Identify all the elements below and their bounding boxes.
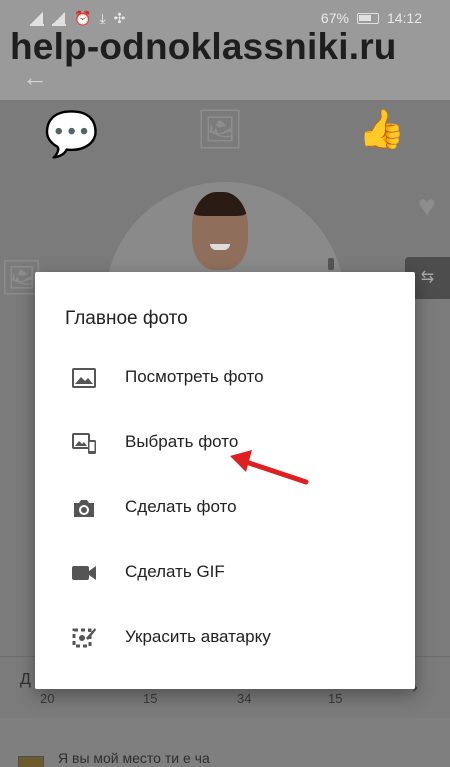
stat-value: 15 [143, 691, 158, 706]
menu-item-view-photo[interactable]: Посмотреть фото [35, 346, 415, 410]
menu-item-take-photo[interactable]: Сделать фото [35, 476, 415, 540]
menu-item-choose-photo[interactable]: Выбрать фото [35, 411, 415, 475]
stats-label: Д [20, 671, 31, 688]
alarm-icon: ⏰ [74, 10, 92, 26]
watermark: help-odnoklassniki.ru [10, 26, 397, 67]
menu-item-label: Украсить аватарку [125, 627, 271, 646]
decorate-avatar-icon [72, 628, 96, 648]
avatar-edit-marker [328, 258, 334, 270]
avatar-hair [192, 192, 248, 216]
image-icon [72, 368, 96, 388]
dialog-title: Главное фото [65, 308, 188, 329]
avatar[interactable] [192, 192, 248, 270]
menu-item-label: Выбрать фото [125, 432, 239, 451]
status-icons-right: 67% 14:12 [321, 10, 422, 26]
camera-icon [74, 500, 94, 517]
download-icon: ⤓ [99, 10, 106, 26]
menu-item-label: Посмотреть фото [125, 367, 264, 386]
heart-icon: ♥ [418, 190, 436, 223]
annotation-arrow [230, 450, 309, 485]
status-icons-left: ⏰ ⤓ ✣ [30, 10, 125, 27]
post-preview-text: Я вы мой место ти е ча [58, 750, 210, 766]
main-photo-dialog: Главное фото Посмотреть фото Выбрать фот… [35, 272, 415, 689]
status-time: 14:12 [386, 10, 422, 26]
app-notification-icon: ✣ [113, 10, 126, 26]
thumbs-up-icon: 👍 [358, 109, 406, 151]
menu-item-make-gif[interactable]: Сделать GIF [35, 541, 415, 605]
video-camera-icon [72, 566, 96, 580]
stat-value: 34 [237, 691, 252, 706]
stat-value: 15 [328, 691, 343, 706]
battery-percent: 67% [320, 10, 349, 26]
stat-value: 20 [40, 691, 55, 706]
menu-item-decorate-avatar[interactable]: Украсить аватарку [35, 606, 415, 670]
menu-item-label: Сделать GIF [125, 562, 225, 581]
post-thumbnail[interactable] [18, 756, 44, 767]
avatar-smile [210, 244, 230, 250]
picture-icon: 🖼 [196, 109, 245, 151]
signal-icon [30, 11, 44, 26]
gallery-phone-icon [72, 433, 96, 454]
signal-icon [52, 11, 66, 26]
battery-icon [356, 12, 379, 24]
chat-bubble-icon: 💬 [44, 110, 99, 159]
menu-item-label: Сделать фото [125, 497, 237, 516]
